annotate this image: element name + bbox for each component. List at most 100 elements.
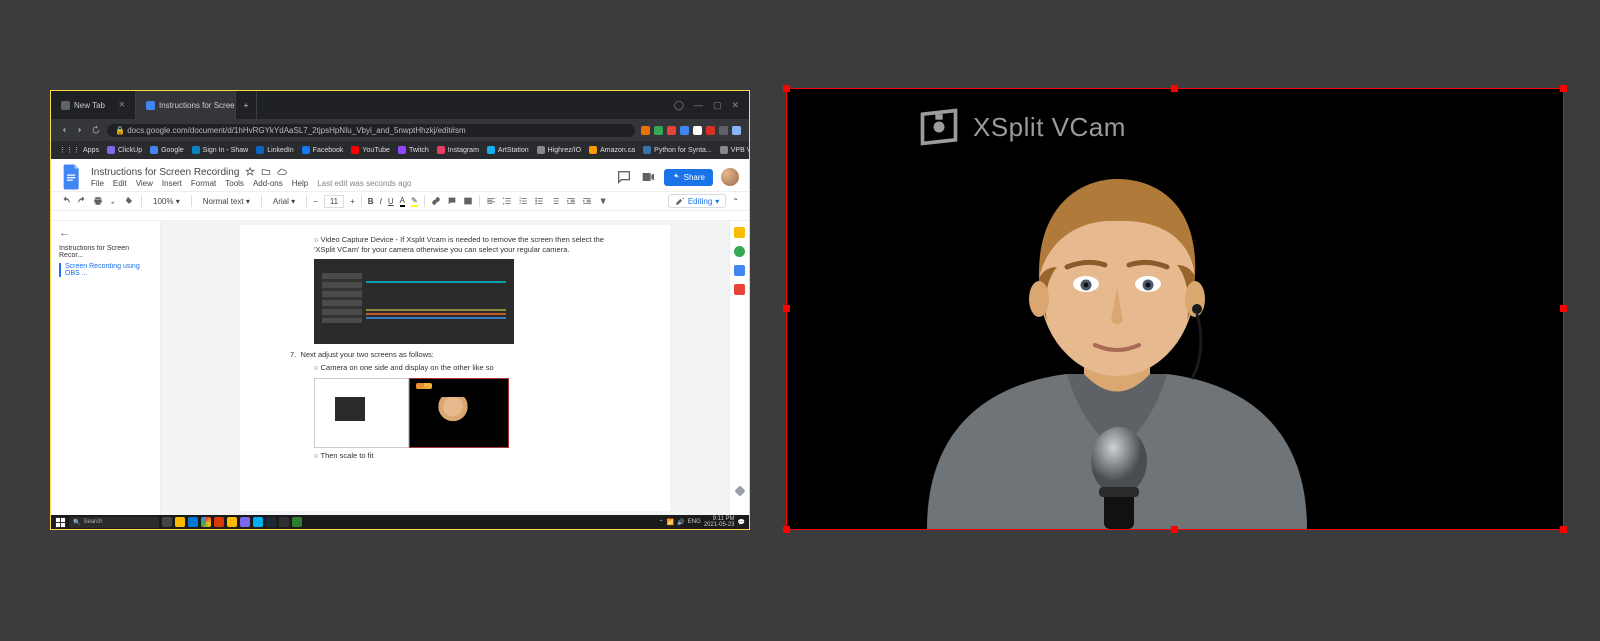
account-avatar[interactable]	[721, 168, 739, 186]
menu-item[interactable]: Tools	[225, 179, 244, 188]
network-icon[interactable]: 📶	[667, 519, 674, 526]
chrome-icon[interactable]	[201, 517, 211, 527]
bookmark-item[interactable]: Python for Synta...	[643, 146, 712, 154]
explore-icon[interactable]	[734, 485, 745, 496]
app-icon[interactable]	[240, 517, 250, 527]
new-tab-button[interactable]: +	[236, 91, 257, 119]
steam-icon[interactable]	[266, 517, 276, 527]
resize-handle[interactable]	[1171, 85, 1178, 92]
doc-title[interactable]: Instructions for Screen Recording	[91, 167, 239, 178]
share-button[interactable]: Share	[664, 169, 713, 186]
ext-icon[interactable]	[654, 126, 663, 135]
obs-icon[interactable]	[279, 517, 289, 527]
bookmark-item[interactable]: ArtStation	[487, 146, 529, 154]
resize-handle[interactable]	[783, 305, 790, 312]
ext-icon[interactable]	[719, 126, 728, 135]
link-icon[interactable]	[431, 196, 441, 206]
add-comment-icon[interactable]	[447, 196, 457, 206]
line-spacing-icon[interactable]	[502, 196, 512, 206]
minimize-icon[interactable]: —	[694, 100, 703, 110]
system-tray[interactable]: ⌃ 📶 🔊 ENG 9:11 PM 2021-05-23 💬	[659, 516, 745, 528]
language-indicator[interactable]: ENG	[688, 519, 701, 525]
size-minus[interactable]: −	[313, 197, 318, 206]
clock-date[interactable]: 2021-05-23	[704, 522, 735, 528]
style-select[interactable]: Normal text ▾	[198, 196, 255, 207]
docs-logo-icon[interactable]	[61, 163, 83, 191]
text-color-icon[interactable]: A	[400, 196, 405, 207]
bookmark-item[interactable]: Highrez/IO	[537, 146, 581, 154]
resize-handle[interactable]	[1560, 85, 1567, 92]
italic-icon[interactable]: I	[380, 197, 382, 206]
indent-more-icon[interactable]	[582, 196, 592, 206]
outline-back-icon[interactable]: ←	[59, 227, 152, 239]
contacts-icon[interactable]	[734, 284, 745, 295]
resize-handle[interactable]	[1560, 526, 1567, 533]
ext-icon[interactable]	[706, 126, 715, 135]
close-icon[interactable]: ✕	[731, 100, 739, 111]
underline-icon[interactable]: U	[388, 197, 394, 206]
reload-icon[interactable]	[91, 125, 101, 135]
cloud-icon[interactable]	[277, 167, 287, 177]
outline-item-active[interactable]: Screen Recording using OBS ...	[59, 263, 152, 277]
embedded-screenshot[interactable]	[314, 378, 509, 448]
back-icon[interactable]	[59, 125, 69, 135]
volume-icon[interactable]: 🔊	[677, 519, 684, 526]
skype-icon[interactable]	[253, 517, 263, 527]
start-icon[interactable]	[55, 517, 66, 528]
print-icon[interactable]	[93, 196, 103, 206]
editing-mode-button[interactable]: Editing ▾	[668, 194, 726, 208]
calendar-icon[interactable]	[734, 265, 745, 276]
app-icon[interactable]	[292, 517, 302, 527]
menu-item[interactable]: View	[136, 179, 153, 188]
camera-source-selected[interactable]: XSplit VCam	[786, 88, 1564, 530]
zoom-select[interactable]: 100% ▾	[148, 196, 185, 207]
ext-icon[interactable]	[693, 126, 702, 135]
spellcheck-icon[interactable]	[109, 196, 119, 206]
paint-icon[interactable]	[125, 196, 135, 206]
menu-item[interactable]: File	[91, 179, 104, 188]
bookmark-item[interactable]: LinkedIn	[256, 146, 293, 154]
bookmark-item[interactable]: Amazon.ca	[589, 146, 635, 154]
bookmark-item[interactable]: Google	[150, 146, 184, 154]
resize-handle[interactable]	[1560, 305, 1567, 312]
resize-handle[interactable]	[783, 526, 790, 533]
embedded-screenshot[interactable]	[314, 259, 514, 344]
font-size-input[interactable]: 11	[324, 195, 344, 208]
bookmark-item[interactable]: Facebook	[302, 146, 344, 154]
edge-icon[interactable]	[188, 517, 198, 527]
highlight-icon[interactable]: ✎	[411, 196, 418, 207]
last-edit-label[interactable]: Last edit was seconds ago	[317, 179, 411, 188]
task-view-icon[interactable]	[162, 517, 172, 527]
menu-item[interactable]: Help	[292, 179, 308, 188]
resize-handle[interactable]	[1171, 526, 1178, 533]
ext-icon[interactable]	[641, 126, 650, 135]
bookmark-item[interactable]: Twitch	[398, 146, 429, 154]
menu-item[interactable]: Edit	[113, 179, 127, 188]
bullet-list-icon[interactable]	[534, 196, 544, 206]
bold-icon[interactable]: B	[368, 197, 374, 206]
ext-icon[interactable]	[680, 126, 689, 135]
office-icon[interactable]	[214, 517, 224, 527]
outline-item[interactable]: Instructions for Screen Recor...	[59, 245, 152, 259]
app-icon[interactable]	[227, 517, 237, 527]
bookmark-item[interactable]: YouTube	[351, 146, 390, 154]
explorer-icon[interactable]	[175, 517, 185, 527]
size-plus[interactable]: +	[350, 197, 355, 206]
move-icon[interactable]	[261, 167, 271, 177]
document-canvas[interactable]: Video Capture Device - If Xsplit Vcam is…	[161, 221, 749, 515]
menu-item[interactable]: Add-ons	[253, 179, 283, 188]
meet-icon[interactable]	[640, 169, 656, 185]
star-icon[interactable]	[245, 167, 255, 177]
tray-chevron-icon[interactable]: ⌃	[659, 519, 664, 526]
menu-item[interactable]: Insert	[162, 179, 182, 188]
ext-icon[interactable]	[667, 126, 676, 135]
clear-format-icon[interactable]	[598, 196, 608, 206]
undo-icon[interactable]	[61, 196, 71, 206]
font-select[interactable]: Arial ▾	[268, 196, 300, 207]
ext-menu-icon[interactable]	[732, 126, 741, 135]
resize-handle[interactable]	[783, 85, 790, 92]
align-left-icon[interactable]	[486, 196, 496, 206]
indent-less-icon[interactable]	[566, 196, 576, 206]
browser-tab[interactable]: New Tab	[51, 91, 136, 119]
notifications-icon[interactable]: 💬	[738, 519, 745, 526]
